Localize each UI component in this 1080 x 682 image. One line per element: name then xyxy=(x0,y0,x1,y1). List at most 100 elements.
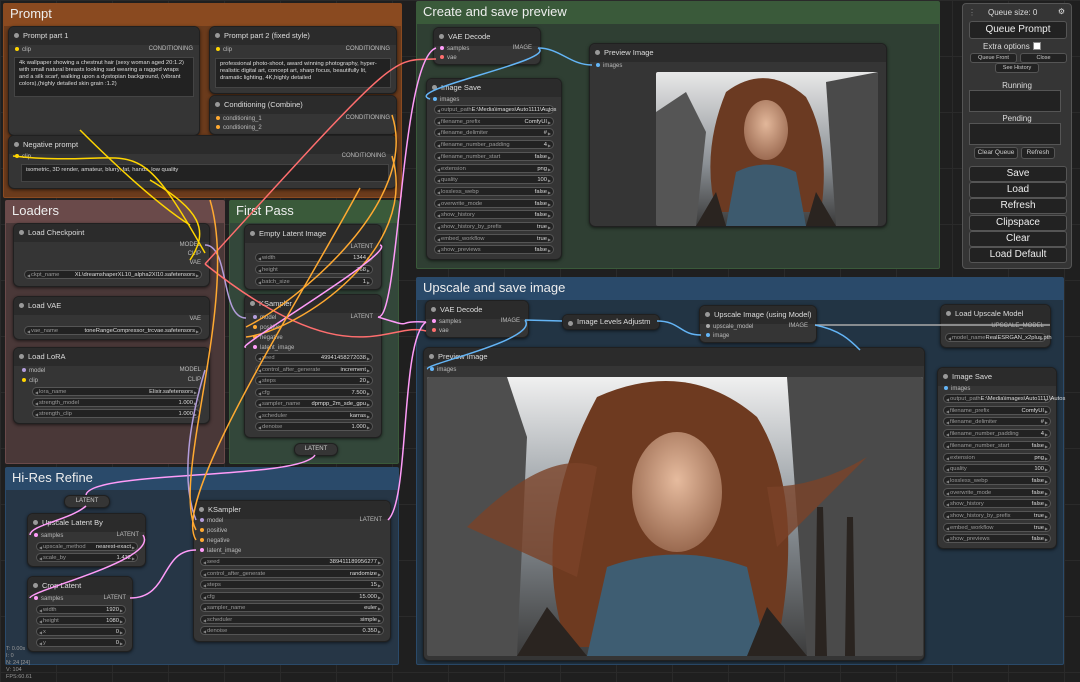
input-images[interactable]: images xyxy=(944,385,970,394)
widget-scale-by[interactable]: scale_by1.432 xyxy=(36,553,138,563)
output-clip[interactable]: CLIP xyxy=(188,377,201,383)
widget-show-previews[interactable]: show_previewsfalse xyxy=(434,245,554,255)
output-image[interactable]: IMAGE xyxy=(513,45,532,51)
widget-show-history[interactable]: show_historyfalse xyxy=(943,499,1051,509)
node-conditioning-combine[interactable]: Conditioning (Combine) conditioning_1 co… xyxy=(209,95,397,135)
widget-filename-number-padding[interactable]: filename_number_padding4 xyxy=(943,429,1051,439)
output-model[interactable]: MODEL xyxy=(180,367,201,373)
output-upscale-model[interactable]: UPSCALE_MODEL xyxy=(991,323,1044,329)
widget-sampler-name[interactable]: sampler_nameeuler xyxy=(200,603,384,613)
widget-seed[interactable]: seed389411189956277 xyxy=(200,557,384,567)
widget-width[interactable]: width1344 xyxy=(255,253,373,263)
output-latent[interactable]: LATENT xyxy=(350,244,373,250)
widget-height[interactable]: height768 xyxy=(255,265,373,275)
widget-scheduler[interactable]: schedulerkarras xyxy=(255,410,373,421)
widget-seed[interactable]: seed49941458272038 xyxy=(255,353,373,363)
input-conditioning-2[interactable]: conditioning_2 xyxy=(216,124,262,133)
widget-steps[interactable]: steps15 xyxy=(200,580,384,590)
output-vae[interactable]: VAE xyxy=(189,260,201,266)
widget-denoise[interactable]: denoise0.350 xyxy=(200,626,384,636)
output-image[interactable]: IMAGE xyxy=(501,318,520,324)
widget-filename-prefix[interactable]: filename_prefixComfyUI xyxy=(943,405,1051,416)
widget-strength-clip[interactable]: strength_clip1.000 xyxy=(32,409,200,419)
refresh-button[interactable]: Refresh xyxy=(969,198,1067,214)
input-model[interactable]: model xyxy=(253,314,276,323)
input-model[interactable]: model xyxy=(200,517,223,526)
output-latent[interactable]: LATENT xyxy=(350,314,373,320)
input-clip[interactable]: clip xyxy=(22,377,38,386)
node-empty-latent-image[interactable]: Empty Latent Image LATENT width1344 heig… xyxy=(244,224,382,290)
widget-lossless-webp[interactable]: lossless_webpfalse xyxy=(943,475,1051,486)
pending-list[interactable] xyxy=(969,123,1061,145)
node-image-save-preview[interactable]: Image Save images output_pathE:\Media\im… xyxy=(426,78,562,260)
queue-prompt-button[interactable]: Queue Prompt xyxy=(969,21,1067,39)
clipspace-button[interactable]: Clipspace xyxy=(969,215,1067,231)
widget-show-history-by-prefix[interactable]: show_history_by_prefixtrue xyxy=(434,222,554,232)
node-image-save-upscale[interactable]: Image Save images output_pathE:\Media\im… xyxy=(937,367,1065,549)
widget-filename-number-padding[interactable]: filename_number_padding4 xyxy=(434,140,554,150)
output-latent[interactable]: LATENT xyxy=(116,532,139,538)
widget-batch-size[interactable]: batch_size1 xyxy=(255,277,373,287)
widget-show-previews[interactable]: show_previewsfalse xyxy=(943,534,1051,544)
output-conditioning[interactable]: CONDITIONING xyxy=(149,46,193,52)
ckpt-name-select[interactable]: ckpt_nameXL\dreamshaperXL10_alpha2Xl10.s… xyxy=(24,270,202,280)
load-button[interactable]: Load xyxy=(969,182,1067,198)
node-image-levels-adjustment[interactable]: Image Levels Adjustm xyxy=(562,314,660,330)
widget-filename-delimiter[interactable]: filename_delimiter# xyxy=(943,417,1051,427)
widget-output-path[interactable]: output_pathE:\Media\images\Auto1111\Auto… xyxy=(434,105,556,115)
reroute-latent-hires[interactable]: LATENT xyxy=(64,495,110,508)
output-latent[interactable]: LATENT xyxy=(359,517,382,523)
node-prompt-part-2[interactable]: Prompt part 2 (fixed style) clip CONDITI… xyxy=(209,26,397,94)
widget-filename-delimiter[interactable]: filename_delimiter# xyxy=(434,128,554,138)
widget-scheduler[interactable]: schedulersimple xyxy=(200,614,384,625)
refresh-queue-button[interactable]: Refresh xyxy=(1021,147,1055,159)
input-negative[interactable]: negative xyxy=(253,334,283,343)
node-prompt-part-1[interactable]: Prompt part 1 clip CONDITIONING 4k wallp… xyxy=(8,26,200,136)
node-ksampler-hires[interactable]: KSampler model positive negative latent_… xyxy=(193,500,391,642)
widget-quality[interactable]: quality100 xyxy=(943,464,1051,474)
widget-extension[interactable]: extensionpng xyxy=(943,452,1051,463)
vae-name-select[interactable]: vae_nametoneRangeCompressor_trcvae.safet… xyxy=(24,326,202,336)
group-title[interactable]: Hi-Res Refine xyxy=(6,468,398,490)
clear-queue-button[interactable]: Clear Queue xyxy=(974,147,1018,159)
close-button[interactable]: Close xyxy=(1020,53,1067,63)
input-samples[interactable]: samples xyxy=(432,318,461,327)
output-conditioning[interactable]: CONDITIONING xyxy=(346,115,390,121)
group-title[interactable]: Upscale and save image xyxy=(417,278,1063,300)
input-vae[interactable]: vae xyxy=(432,327,449,336)
node-negative-prompt[interactable]: Negative prompt clip CONDITIONING isomet… xyxy=(8,135,397,189)
output-latent[interactable]: LATENT xyxy=(103,595,126,601)
widget-extension[interactable]: extensionpng xyxy=(434,163,554,174)
widget-denoise[interactable]: denoise1.000 xyxy=(255,422,373,432)
input-samples[interactable]: samples xyxy=(440,45,469,54)
widget-upscale-method[interactable]: upscale_methodnearest-exact xyxy=(36,542,138,552)
widget-lora-name[interactable]: lora_nameElixir.safetensors xyxy=(32,387,200,397)
widget-crop-height[interactable]: height1080 xyxy=(36,616,126,626)
input-clip[interactable]: clip xyxy=(15,153,31,162)
widget-crop-y[interactable]: y0 xyxy=(36,638,126,648)
node-load-upscale-model[interactable]: Load Upscale Model UPSCALE_MODEL model_n… xyxy=(940,304,1052,348)
input-clip[interactable]: clip xyxy=(15,46,31,55)
output-model[interactable]: MODEL xyxy=(180,242,201,248)
group-title[interactable]: First Pass xyxy=(230,201,398,223)
model-name-select[interactable]: model_nameRealESRGAN_x2plus.pth xyxy=(945,333,1052,343)
output-vae[interactable]: VAE xyxy=(189,316,201,322)
input-model[interactable]: model xyxy=(22,367,45,376)
widget-strength-model[interactable]: strength_model1.000 xyxy=(32,398,200,408)
node-load-checkpoint[interactable]: Load Checkpoint MODEL CLIP VAE ckpt_name… xyxy=(13,223,210,287)
input-positive[interactable]: positive xyxy=(253,324,280,333)
input-samples[interactable]: samples xyxy=(34,532,63,541)
widget-control-after-generate[interactable]: control_after_generaterandomize xyxy=(200,568,384,579)
node-crop-latent[interactable]: Crop Latent samples LATENT width1920 hei… xyxy=(27,576,133,652)
widget-embed-workflow[interactable]: embed_workflowtrue xyxy=(943,522,1051,533)
widget-output-path[interactable]: output_pathE:\Media\images\Auto1111\Auto… xyxy=(943,394,1065,404)
widget-overwrite-mode[interactable]: overwrite_modefalse xyxy=(943,487,1051,498)
clear-button[interactable]: Clear xyxy=(969,231,1067,247)
group-title[interactable]: Prompt xyxy=(4,4,401,26)
negative-textarea[interactable]: isometric, 3D render, amateur, blurry, f… xyxy=(21,164,389,182)
node-load-lora[interactable]: Load LoRA model clip MODEL CLIP lora_nam… xyxy=(13,347,210,424)
queue-front-button[interactable]: Queue Front xyxy=(970,53,1017,63)
prompt-textarea[interactable]: professional photo-shoot, award winning … xyxy=(215,58,391,88)
widget-filename-number-start[interactable]: filename_number_startfalse xyxy=(943,440,1051,451)
see-history-button[interactable]: See History xyxy=(995,63,1039,73)
